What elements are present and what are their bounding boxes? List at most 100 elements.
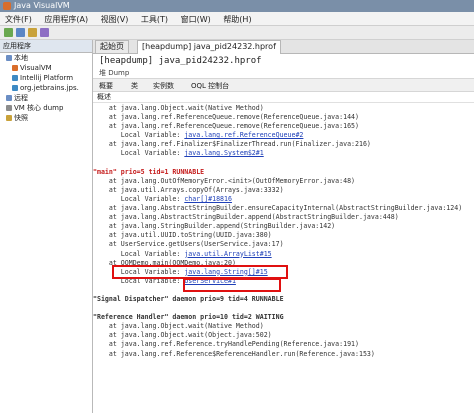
tree-node-icon <box>6 55 12 61</box>
applications-pane: 应用程序 本地 VisualVM Intellij Platform org.jetb… <box>0 40 93 413</box>
tree-item[interactable]: 远程 <box>0 93 92 103</box>
tree-node-icon <box>12 85 18 91</box>
stack-frame: at UserService.getUsers(UserService.java… <box>93 240 284 249</box>
stack-frame: at java.lang.AbstractStringBuilder.appen… <box>93 213 399 222</box>
stack-frame: at java.lang.ref.Reference.tryHandlePend… <box>93 340 359 349</box>
object-link[interactable]: java.lang.System$2#1 <box>184 149 263 157</box>
menu-help[interactable]: 帮助(H) <box>218 12 256 27</box>
menu-application[interactable]: 应用程序(A) <box>39 12 93 27</box>
tree-item-label: Intellij Platform <box>20 74 74 82</box>
add-jmx-icon[interactable] <box>28 28 37 37</box>
code-line: Local Variable: java.lang.System$2#1 <box>93 149 474 158</box>
thread-dump-text: at java.lang.Object.wait(Native Method) … <box>93 104 474 413</box>
tree-item-label: 本地 <box>14 54 28 62</box>
add-host-icon[interactable] <box>16 28 25 37</box>
object-link[interactable]: java.util.ArrayList#15 <box>184 250 271 258</box>
stack-frame: at java.lang.ref.Finalizer$FinalizerThre… <box>93 140 371 149</box>
visualvm-app-icon <box>3 2 11 10</box>
thread-header: "Signal Dispatcher" daemon prio=9 tid=4 … <box>93 294 284 303</box>
snapshot-icon[interactable] <box>40 28 49 37</box>
stack-frame: at java.lang.OutOfMemoryError.<init>(Out… <box>93 176 356 185</box>
tree-item-label: VisualVM <box>20 64 52 72</box>
highlight-box-getusers <box>112 265 288 279</box>
subtab-summary[interactable]: 概要 <box>99 81 113 91</box>
tree-item[interactable]: Intellij Platform <box>0 73 92 83</box>
tree-node-icon <box>6 115 12 121</box>
tab-heapdump[interactable]: [heapdump] java_pid24232.hprof <box>137 40 281 54</box>
menu-view[interactable]: 视图(V) <box>96 12 134 27</box>
window-title: Java VisualVM <box>14 1 70 10</box>
tree-item-label: 远程 <box>14 94 28 102</box>
tab-start-page[interactable]: 起始页 <box>95 40 129 53</box>
heapdump-title: [heapdump] java_pid24232.hprof <box>93 54 474 68</box>
tree-item-label: org.jetbrains.jps. <box>20 84 79 92</box>
tree-item-label: VM 核心 dump <box>14 104 64 112</box>
tree-item-label: 快照 <box>14 114 28 122</box>
object-link[interactable]: char[]#18816 <box>184 195 232 203</box>
code-line: at java.lang.Object.wait(Native Method) <box>93 104 474 113</box>
tree-item[interactable]: 本地 <box>0 53 92 63</box>
stack-frame: at java.lang.StringBuilder.append(String… <box>93 222 336 231</box>
subtab-classes[interactable]: 类 <box>131 81 138 91</box>
tree-item[interactable]: 快照 <box>0 113 92 123</box>
code-line: at java.lang.AbstractStringBuilder.ensur… <box>93 204 474 213</box>
highlight-box-arraylist <box>183 278 281 292</box>
stack-frame: at java.lang.Object.wait(Native Method) <box>93 322 264 331</box>
code-line: at java.lang.ref.Finalizer$FinalizerThre… <box>93 140 474 149</box>
code-line: at java.lang.OutOfMemoryError.<init>(Out… <box>93 177 474 186</box>
code-line: at java.lang.StringBuilder.append(String… <box>93 222 474 231</box>
code-line: "Signal Dispatcher" daemon prio=9 tid=4 … <box>93 295 474 304</box>
local-variable-label: Local Variable: <box>93 249 185 258</box>
code-line: at java.lang.ref.ReferenceQueue.remove(R… <box>93 122 474 131</box>
stack-frame: at java.lang.AbstractStringBuilder.ensur… <box>93 204 463 213</box>
menu-file[interactable]: 文件(F) <box>0 12 37 27</box>
menu-window[interactable]: 窗口(W) <box>176 12 216 27</box>
subtab-oql-console[interactable]: OQL 控制台 <box>191 81 229 91</box>
code-line: at java.lang.AbstractStringBuilder.appen… <box>93 213 474 222</box>
stack-frame: at java.lang.Object.wait(Object.java:502… <box>93 331 272 340</box>
tree-node-icon <box>12 75 18 81</box>
code-line: at java.lang.ref.ReferenceQueue.remove(R… <box>93 113 474 122</box>
code-line: Local Variable: java.lang.ref.ReferenceQ… <box>93 131 474 140</box>
code-line: at java.lang.Object.wait(Native Method) <box>93 322 474 331</box>
stack-frame: at java.lang.ref.Reference$ReferenceHand… <box>93 349 375 358</box>
code-line: Local Variable: char[]#18816 <box>93 195 474 204</box>
dump-label: 堆 Dump <box>99 69 130 77</box>
local-variable-label: Local Variable: <box>93 131 185 140</box>
tree-node-icon <box>12 65 18 71</box>
section-overview[interactable]: 概述 <box>93 92 474 103</box>
stack-frame: at java.lang.ref.ReferenceQueue.remove(R… <box>93 113 359 122</box>
menu-tools[interactable]: 工具(T) <box>136 12 173 27</box>
tree-item[interactable]: VM 核心 dump <box>0 103 92 113</box>
tree-item[interactable]: org.jetbrains.jps. <box>0 83 92 93</box>
code-line: at java.lang.Object.wait(Object.java:502… <box>93 331 474 340</box>
thread-header: "Reference Handler" daemon prio=10 tid=2… <box>93 313 284 322</box>
code-line: "main" prio=5 tid=1 RUNNABLE <box>93 168 474 177</box>
tree-item[interactable]: VisualVM <box>0 63 92 73</box>
object-link[interactable]: java.lang.ref.ReferenceQueue#2 <box>184 131 303 139</box>
code-line: at java.lang.ref.Reference$ReferenceHand… <box>93 350 474 359</box>
code-line: at UserService.getUsers(UserService.java… <box>93 240 474 249</box>
subview-bar: 概要 类 实例数 OQL 控制台 <box>93 78 474 92</box>
code-line: at java.util.UUID.toString(UUID.java:380… <box>93 231 474 240</box>
code-line: at java.lang.ref.Reference.tryHandlePend… <box>93 340 474 349</box>
toolbar <box>0 26 474 40</box>
stack-frame: at java.lang.ref.ReferenceQueue.remove(R… <box>93 122 359 131</box>
code-line: Local Variable: java.util.ArrayList#15 <box>93 250 474 259</box>
tree-node-icon <box>6 95 12 101</box>
stack-frame: at java.util.UUID.toString(UUID.java:380… <box>93 231 272 240</box>
open-icon[interactable] <box>4 28 13 37</box>
editor-tabs: 起始页 [heapdump] java_pid24232.hprof <box>93 40 474 54</box>
local-variable-label: Local Variable: <box>93 149 185 158</box>
stack-frame: at java.lang.Object.wait(Native Method) <box>93 104 264 112</box>
tree-node-icon <box>6 105 12 111</box>
menu-bar: 文件(F) 应用程序(A) 视图(V) 工具(T) 窗口(W) 帮助(H) <box>0 12 474 26</box>
local-variable-label: Local Variable: <box>93 194 185 203</box>
code-line: at java.util.Arrays.copyOf(Arrays.java:3… <box>93 186 474 195</box>
applications-tab[interactable]: 应用程序 <box>0 40 92 53</box>
code-line: "Reference Handler" daemon prio=10 tid=2… <box>93 313 474 322</box>
subtab-instances[interactable]: 实例数 <box>153 81 174 91</box>
